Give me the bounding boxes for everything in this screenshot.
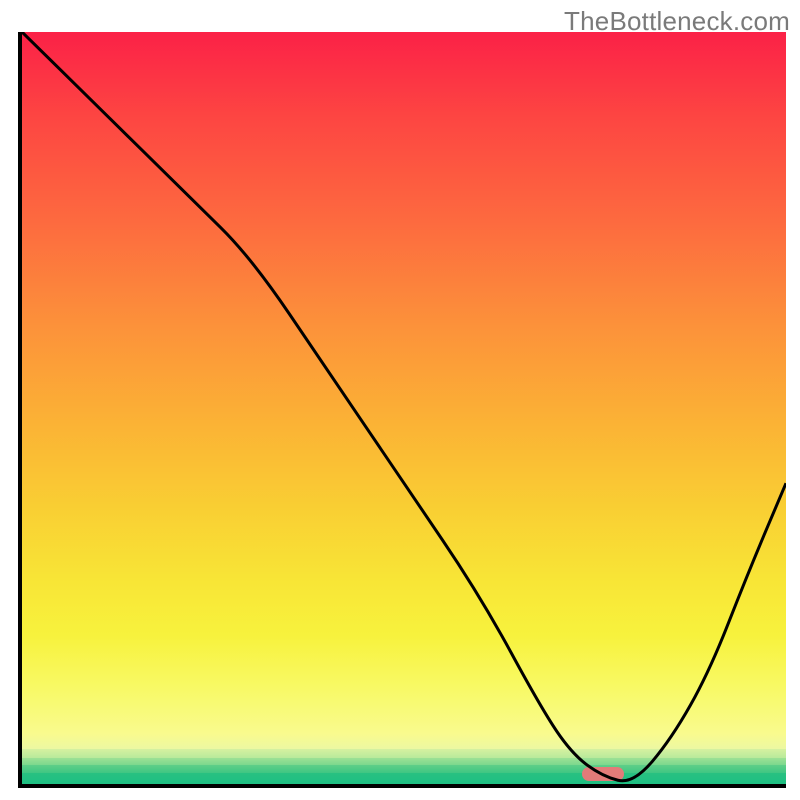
chart-frame: TheBottleneck.com bbox=[0, 0, 800, 800]
plot-area bbox=[18, 32, 786, 788]
watermark-text: TheBottleneck.com bbox=[564, 6, 790, 37]
curve-path bbox=[22, 32, 786, 781]
bottleneck-curve bbox=[22, 32, 786, 784]
